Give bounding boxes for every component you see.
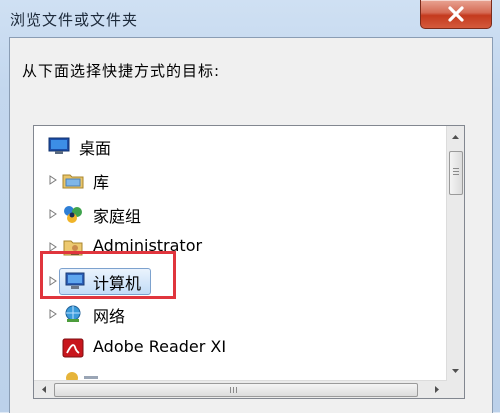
adobe-reader-icon xyxy=(62,338,84,358)
tree-item-homegroup[interactable]: 家庭组 xyxy=(34,199,444,229)
tree-item-network[interactable]: 网络 xyxy=(34,299,444,329)
tree-item-label: 库 xyxy=(93,173,110,192)
vertical-scrollbar[interactable] xyxy=(446,126,464,381)
tree-item-label: Adobe Reader XI xyxy=(93,337,227,356)
annotation-highlight-box xyxy=(40,251,176,299)
scroll-up-icon[interactable] xyxy=(447,129,464,145)
expand-arrow-icon[interactable] xyxy=(48,309,58,319)
dialog-prompt: 从下面选择快捷方式的目标: xyxy=(22,62,221,80)
tree-item-label: 桌面 xyxy=(79,139,112,158)
scroll-left-icon[interactable] xyxy=(36,381,52,398)
tree-item-label: 家庭组 xyxy=(93,207,142,226)
tree-item-desktop[interactable]: 桌面 xyxy=(34,131,444,161)
expand-arrow-icon[interactable] xyxy=(48,175,58,185)
scroll-down-icon[interactable] xyxy=(447,363,464,379)
desktop-icon xyxy=(48,136,70,156)
expand-arrow-icon[interactable] xyxy=(48,209,58,219)
tree-item-label: 网络 xyxy=(93,307,126,326)
network-icon xyxy=(62,304,84,324)
scroll-right-icon[interactable] xyxy=(429,381,445,398)
tree-item-adobe-reader[interactable]: Adobe Reader XI xyxy=(34,333,444,363)
horizontal-scroll-thumb[interactable] xyxy=(54,383,418,397)
close-button[interactable] xyxy=(420,0,492,29)
scroll-corner xyxy=(447,381,464,398)
tree-item-partial xyxy=(62,367,102,381)
horizontal-scrollbar[interactable] xyxy=(34,380,447,398)
dialog-window: 浏览文件或文件夹 从下面选择快捷方式的目标: 桌面 库 家庭组 Administ… xyxy=(0,0,500,413)
library-icon xyxy=(62,170,84,190)
tree-item-library[interactable]: 库 xyxy=(34,165,444,195)
close-icon xyxy=(448,6,464,22)
homegroup-icon xyxy=(62,204,84,224)
vertical-scroll-thumb[interactable] xyxy=(449,151,463,195)
window-title: 浏览文件或文件夹 xyxy=(10,11,139,29)
